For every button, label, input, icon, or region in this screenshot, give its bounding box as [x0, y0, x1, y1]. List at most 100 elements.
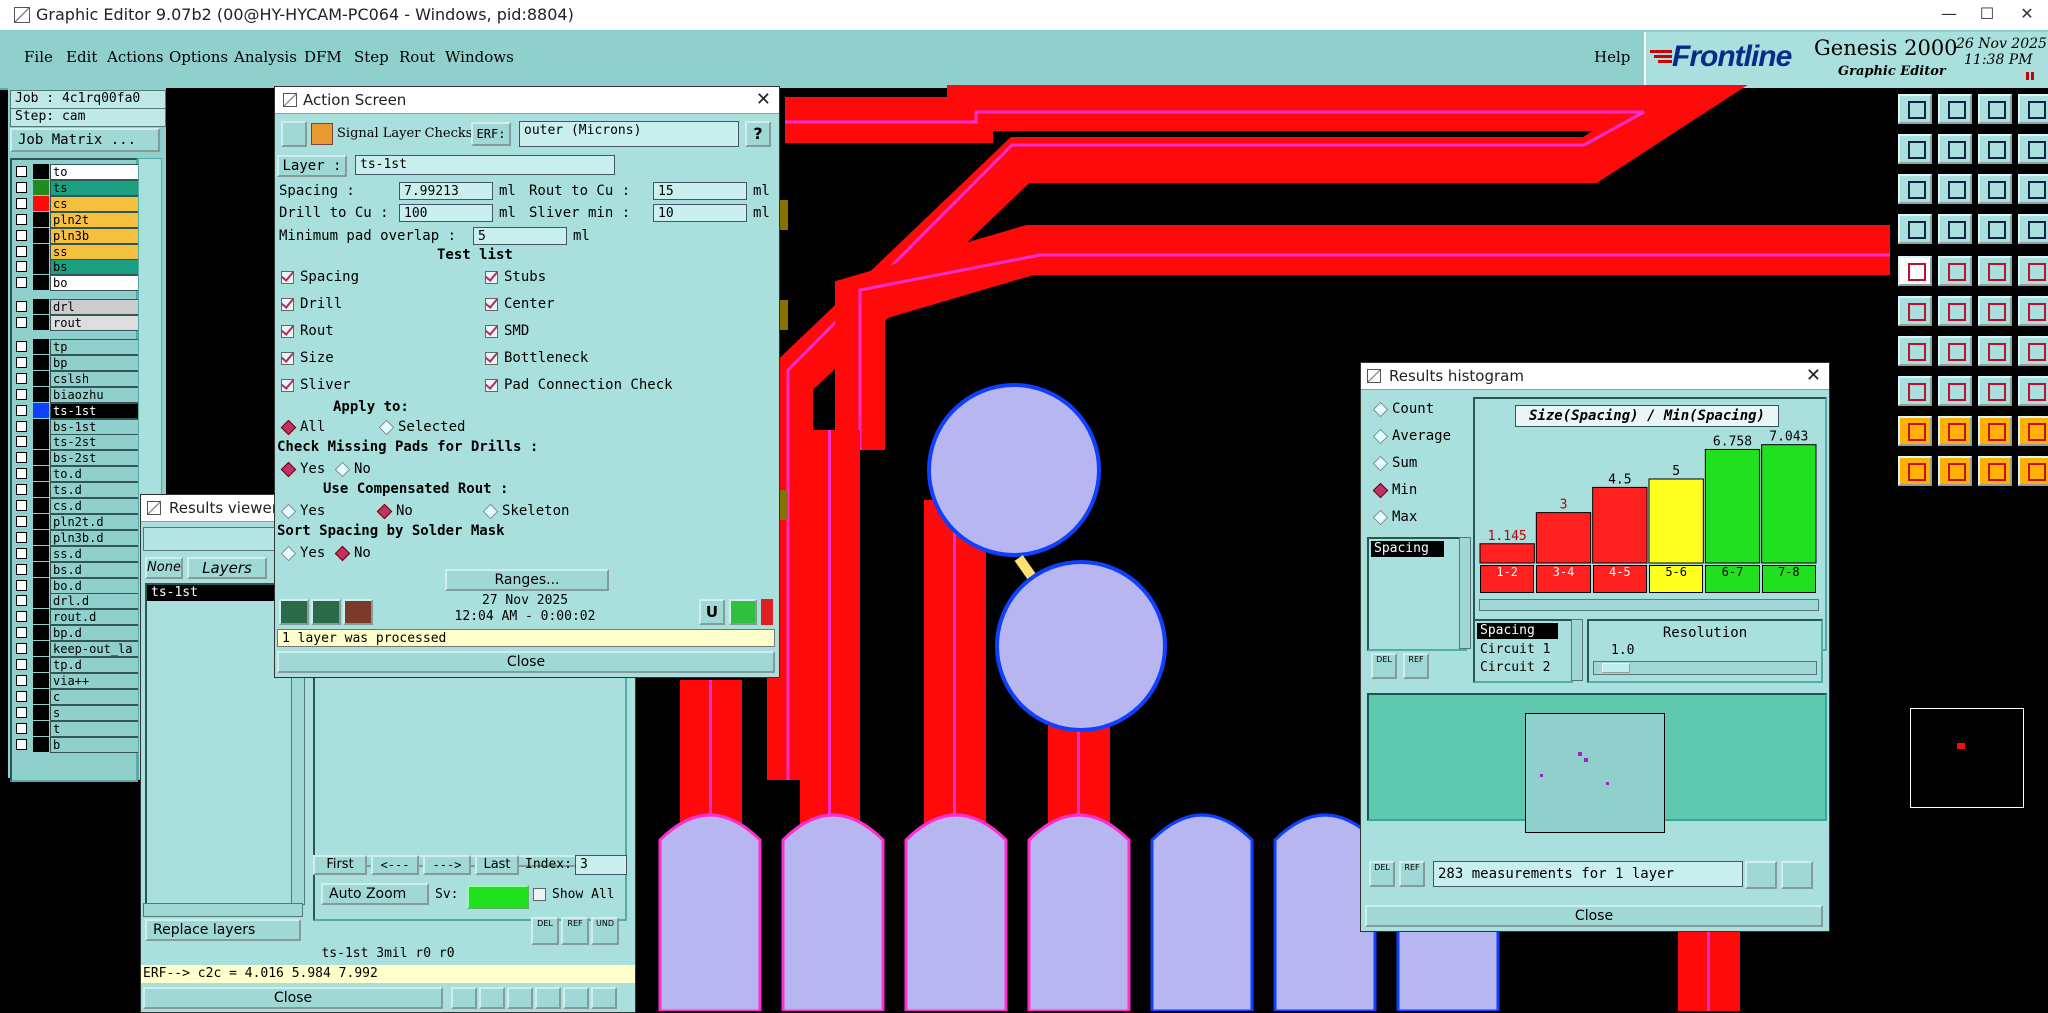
layer-name[interactable]: pln2t.d [50, 513, 150, 530]
test-spacing-checkbox[interactable] [281, 270, 294, 284]
layer-row[interactable]: tp.d [16, 657, 150, 673]
option-sum-radio[interactable] [1372, 455, 1389, 471]
layer-checkbox[interactable] [16, 627, 27, 639]
job-matrix-button[interactable]: Job Matrix ... [10, 128, 160, 152]
test-bottleneck[interactable]: Bottleneck [485, 350, 588, 366]
viewer-tool-3-icon[interactable] [507, 987, 533, 1009]
layer-row[interactable]: ss.d [16, 545, 150, 562]
tool-button-1-icon[interactable] [1938, 94, 1972, 124]
layer-name[interactable]: tp [50, 339, 150, 355]
layer-row[interactable]: rout [16, 315, 150, 332]
layer-checkbox[interactable] [16, 404, 27, 416]
histogram-close-icon[interactable]: ✕ [1806, 365, 1821, 386]
tool-button-32-icon[interactable] [1898, 416, 1932, 446]
layer-name[interactable]: bp [50, 354, 150, 371]
layer-name[interactable]: via++ [50, 672, 150, 689]
test-bottleneck-checkbox[interactable] [485, 351, 498, 365]
layer-checkbox[interactable] [16, 277, 27, 289]
layer-checkbox[interactable] [16, 722, 27, 734]
layer-row[interactable]: to.d [16, 466, 150, 483]
layer-row[interactable]: bs-1st [16, 418, 150, 435]
layer-name[interactable]: rout.d [50, 609, 150, 626]
layer-name[interactable]: bs-2st [50, 450, 150, 467]
circuit-item-spacing[interactable]: Spacing [1477, 623, 1558, 639]
tool-button-33-icon[interactable] [1938, 416, 1972, 446]
viewer-tool-1-icon[interactable] [451, 987, 477, 1009]
layer-row[interactable]: pln3b.d [16, 529, 150, 546]
tool-button-7-icon[interactable] [2018, 134, 2048, 164]
layer-checkbox[interactable] [16, 436, 27, 448]
layer-row[interactable]: ts [16, 179, 150, 196]
option-count[interactable]: Count [1372, 401, 1434, 417]
test-smd-checkbox[interactable] [485, 324, 498, 338]
viewer-tool-6-icon[interactable] [591, 987, 617, 1009]
layer-name[interactable]: s [50, 704, 150, 721]
next-button[interactable]: ---> [423, 855, 471, 875]
histogram-bar[interactable] [1648, 478, 1704, 564]
test-stubs[interactable]: Stubs [485, 269, 546, 285]
histogram-ref-icon[interactable]: REF [1403, 653, 1429, 679]
layer-row[interactable]: rout.d [16, 609, 150, 626]
viewer-tool-4-icon[interactable] [535, 987, 561, 1009]
layer-checkbox[interactable] [16, 356, 27, 368]
tool-button-37-icon[interactable] [1938, 456, 1972, 486]
layer-checkbox[interactable] [16, 372, 27, 384]
layer-name[interactable]: bo.d [50, 577, 150, 594]
comp-skeleton-radio[interactable] [482, 503, 499, 519]
test-size[interactable]: Size [281, 350, 334, 366]
option-min-radio[interactable] [1372, 482, 1389, 498]
overview-map[interactable] [1910, 708, 2024, 808]
layer-checkbox[interactable] [16, 611, 27, 623]
layer-name[interactable]: tp.d [50, 657, 150, 673]
stop-run-icon[interactable] [343, 599, 373, 625]
layer-checkbox[interactable] [16, 166, 27, 177]
layer-checkbox[interactable] [16, 531, 27, 543]
test-rout[interactable]: Rout [281, 323, 334, 339]
ranges-button[interactable]: Ranges... [445, 569, 609, 591]
tool-button-36-icon[interactable] [1898, 456, 1932, 486]
comp-yes-radio[interactable] [280, 503, 297, 519]
tool-button-29-icon[interactable] [1938, 376, 1972, 406]
layer-checkbox[interactable] [16, 229, 27, 241]
layer-name[interactable]: pln2t [50, 211, 150, 228]
histogram-category-label[interactable]: 4-5 [1592, 565, 1647, 593]
test-sliver[interactable]: Sliver [281, 377, 351, 393]
tool-button-22-icon[interactable] [1978, 296, 2012, 326]
layer-checkbox[interactable] [16, 197, 27, 209]
undo-icon[interactable]: UND [591, 917, 619, 945]
comp-no-option[interactable]: No [376, 503, 413, 519]
sort-yes-radio[interactable] [280, 545, 297, 561]
layer-checkbox[interactable] [16, 484, 27, 496]
layer-name[interactable]: bs [50, 259, 150, 276]
zoom-icon[interactable] [729, 599, 757, 625]
tool-button-20-icon[interactable] [1898, 296, 1932, 326]
test-rout-checkbox[interactable] [281, 324, 294, 338]
histogram-category-label[interactable]: 7-8 [1761, 565, 1816, 593]
layer-name[interactable]: bo [50, 275, 150, 292]
layer-checkbox[interactable] [16, 420, 27, 432]
circuit-item-1[interactable]: Circuit 1 [1477, 641, 1569, 659]
test-drill-checkbox[interactable] [281, 297, 294, 311]
tool-button-21-icon[interactable] [1938, 296, 1972, 326]
option-sum[interactable]: Sum [1372, 455, 1417, 471]
layer-row[interactable]: bp [16, 354, 150, 371]
apply-all-radio[interactable] [280, 419, 297, 435]
tool-button-19-icon[interactable] [2018, 256, 2048, 286]
tool-button-18-icon[interactable] [1978, 256, 2012, 286]
results-layer-item[interactable]: ts-1st [147, 585, 293, 601]
show-all-checkbox[interactable] [533, 888, 546, 901]
tool-button-25-icon[interactable] [1938, 336, 1972, 366]
option-average-radio[interactable] [1372, 428, 1389, 444]
tool-button-39-icon[interactable] [2018, 456, 2048, 486]
layer-row[interactable]: s [16, 704, 150, 721]
del-icon[interactable]: DEL [531, 917, 559, 945]
tool-button-26-icon[interactable] [1978, 336, 2012, 366]
layer-row[interactable]: biaozhu [16, 386, 150, 403]
histogram-hscroll[interactable] [1479, 599, 1819, 611]
erf-field[interactable]: outer (Microns) [519, 121, 739, 147]
layer-checkbox[interactable] [16, 643, 27, 655]
layer-field[interactable]: ts-1st [355, 155, 615, 175]
missing-no-option[interactable]: No [334, 461, 371, 477]
layer-row[interactable]: cs.d [16, 498, 150, 514]
layer-checkbox[interactable] [16, 500, 27, 511]
